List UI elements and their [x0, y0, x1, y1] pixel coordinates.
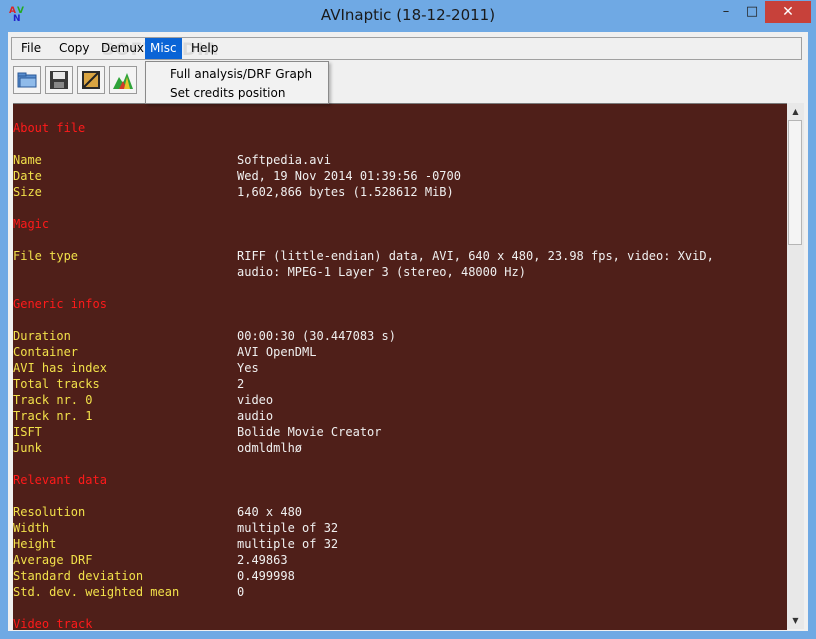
report-value: multiple of 32 [237, 521, 339, 535]
report-key: Width [13, 521, 50, 535]
section-heading: Magic [13, 217, 50, 231]
report-value: RIFF (little-endian) data, AVI, 640 x 48… [237, 249, 714, 263]
client-area: SOFTPEDIA File Copy Demux Misc Help [8, 32, 808, 631]
report-value: 0.499998 [237, 569, 295, 583]
report-key: AVI has index [13, 361, 107, 375]
vertical-scrollbar[interactable]: ▲ ▼ [787, 103, 804, 629]
scroll-up-icon[interactable]: ▲ [787, 103, 804, 120]
menu-bar: SOFTPEDIA File Copy Demux Misc Help [11, 37, 802, 60]
report-row: Standard deviation 0.499998 [13, 568, 783, 584]
title-bar[interactable]: A V N AVInaptic (18-12-2011) – □ ✕ [0, 0, 816, 32]
report-row: Junk odmldmlhø [13, 440, 783, 456]
app-window: A V N AVInaptic (18-12-2011) – □ ✕ SOFTP… [0, 0, 816, 639]
edit-button[interactable] [77, 66, 105, 94]
report-row: File type RIFF (little-endian) data, AVI,… [13, 248, 783, 264]
scroll-down-icon[interactable]: ▼ [787, 612, 804, 629]
report-row: ISFT Bolide Movie Creator [13, 424, 783, 440]
report-row-continuation: audio: MPEG-1 Layer 3 (stereo, 48000 Hz) [13, 264, 783, 280]
menu-file[interactable]: File [16, 38, 46, 59]
report-key: Size [13, 185, 42, 199]
report-row: Name Softpedia.avi [13, 152, 783, 168]
report-row: Height multiple of 32 [13, 536, 783, 552]
report-value: audio [237, 409, 274, 423]
report-value: 640 x 480 [237, 505, 303, 519]
window-title: AVInaptic (18-12-2011) [320, 6, 496, 24]
report-value: odmldmlhø [237, 441, 303, 455]
minimize-button[interactable]: – [712, 1, 740, 23]
report-value: AVI OpenDML [237, 345, 317, 359]
report-key: Name [13, 153, 42, 167]
menu-help[interactable]: Help [186, 38, 223, 59]
open-button[interactable] [13, 66, 41, 94]
report-value: Softpedia.avi [237, 153, 331, 167]
report-view[interactable]: About file Name Softpedia.avi Date Wed, 19 N… [13, 103, 787, 630]
report-value: video [237, 393, 274, 407]
report-row: Date Wed, 19 Nov 2014 01:39:56 -0700 [13, 168, 783, 184]
report-key: File type [13, 249, 79, 263]
report-key: Duration [13, 329, 71, 343]
report-row: Width multiple of 32 [13, 520, 783, 536]
section-heading: About file [13, 121, 86, 135]
section-heading: Generic infos [13, 297, 107, 311]
report-key: Junk [13, 441, 42, 455]
report-row: Total tracks 2 [13, 376, 783, 392]
report-key: Track nr. 1 [13, 409, 93, 423]
menu-item-full-analysis[interactable]: Full analysis/DRF Graph [170, 65, 312, 84]
report-key: ISFT [13, 425, 42, 439]
scroll-thumb[interactable] [788, 120, 802, 245]
report-row: Track nr. 0 video [13, 392, 783, 408]
report-value: 00:00:30 (30.447083 s) [237, 329, 396, 343]
misc-dropdown-menu: Full analysis/DRF Graph Set credits posi… [145, 61, 329, 104]
close-button[interactable]: ✕ [765, 1, 811, 23]
report-value: Bolide Movie Creator [237, 425, 382, 439]
report-key: Std. dev. weighted mean [13, 585, 180, 599]
report-row: Average DRF 2.49863 [13, 552, 783, 568]
save-button[interactable] [45, 66, 73, 94]
report-key: Standard deviation [13, 569, 144, 583]
section-heading: Video track [13, 617, 93, 630]
report-row: Resolution 640 x 480 [13, 504, 783, 520]
report-key: Average DRF [13, 553, 93, 567]
maximize-button[interactable]: □ [738, 1, 766, 23]
report-value: audio: MPEG-1 Layer 3 (stereo, 48000 Hz) [237, 265, 526, 279]
report-value: Wed, 19 Nov 2014 01:39:56 -0700 [237, 169, 461, 183]
report-key: Container [13, 345, 79, 359]
graph-button[interactable] [109, 66, 137, 94]
section-heading: Relevant data [13, 473, 107, 487]
report-row: Container AVI OpenDML [13, 344, 783, 360]
report-value: 2.49863 [237, 553, 288, 567]
report-value: 2 [237, 377, 245, 391]
menu-demux[interactable]: Demux [96, 38, 149, 59]
menu-copy[interactable]: Copy [54, 38, 94, 59]
report-key: Height [13, 537, 57, 551]
report-row: Track nr. 1 audio [13, 408, 783, 424]
report-key: Track nr. 0 [13, 393, 93, 407]
menu-misc[interactable]: Misc [145, 38, 182, 59]
open-icon [17, 72, 37, 88]
graph-icon [113, 73, 133, 89]
report-row: Duration 00:00:30 (30.447083 s) [13, 328, 783, 344]
report-key: Resolution [13, 505, 86, 519]
report-value: 0 [237, 585, 245, 599]
report-row: Size 1,602,866 bytes (1.528612 MiB) [13, 184, 783, 200]
report-row: AVI has index Yes [13, 360, 783, 376]
report-key: Total tracks [13, 377, 100, 391]
menu-item-set-credits-position[interactable]: Set credits position [170, 84, 285, 103]
save-icon [50, 71, 68, 89]
report-value: 1,602,866 bytes (1.528612 MiB) [237, 185, 454, 199]
report-value: multiple of 32 [237, 537, 339, 551]
report-value: Yes [237, 361, 259, 375]
toolbar [11, 64, 802, 100]
edit-icon [82, 71, 100, 89]
report-row: Std. dev. weighted mean 0 [13, 584, 783, 600]
report-key: Date [13, 169, 42, 183]
